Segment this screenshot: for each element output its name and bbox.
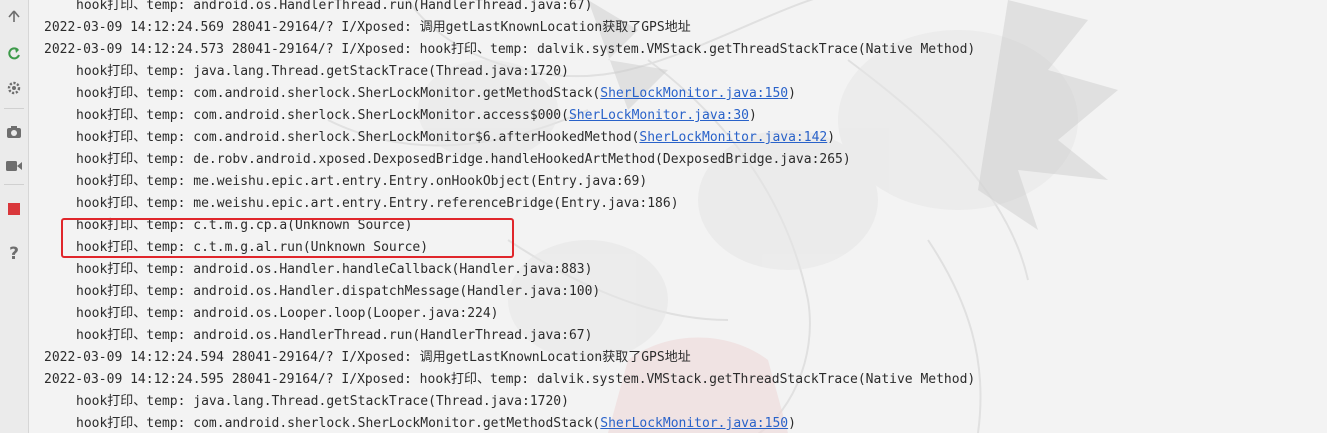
log-line: hook打印、temp: me.weishu.epic.art.entry.En…	[76, 174, 648, 189]
log-line: 2022-03-09 14:12:24.595 28041-29164/? I/…	[44, 372, 976, 387]
log-line: hook打印、temp: java.lang.Thread.getStackTr…	[76, 394, 569, 409]
video-icon[interactable]	[2, 154, 26, 178]
highlight-annotation-box	[61, 218, 514, 258]
log-line: 2022-03-09 14:12:24.569 28041-29164/? I/…	[44, 20, 691, 35]
log-line: hook打印、temp: java.lang.Thread.getStackTr…	[76, 64, 569, 79]
settings-icon[interactable]	[2, 76, 26, 100]
log-line: hook打印、temp: me.weishu.epic.art.entry.En…	[76, 196, 679, 211]
source-link[interactable]: SherLockMonitor.java:142	[639, 130, 827, 145]
source-link[interactable]: SherLockMonitor.java:150	[600, 86, 788, 101]
toolbar-divider	[4, 184, 24, 185]
log-line: hook打印、temp: android.os.Looper.loop(Loop…	[76, 306, 499, 321]
source-link[interactable]: SherLockMonitor.java:30	[569, 108, 749, 123]
log-line: 2022-03-09 14:12:24.594 28041-29164/? I/…	[44, 350, 691, 365]
logcat-toolbar: ?	[0, 0, 29, 433]
logcat-window: ? hook打印、temp: android.os.HandlerThread.…	[0, 0, 1327, 433]
log-line: hook打印、temp: android.os.Handler.handleCa…	[76, 262, 593, 277]
log-output[interactable]: hook打印、temp: android.os.HandlerThread.ru…	[28, 0, 1327, 433]
camera-icon[interactable]	[2, 120, 26, 144]
log-line: hook打印、temp: com.android.sherlock.SherLo…	[76, 108, 757, 123]
log-line: hook打印、temp: android.os.HandlerThread.ru…	[76, 328, 593, 343]
log-line: hook打印、temp: com.android.sherlock.SherLo…	[76, 130, 836, 145]
source-link[interactable]: SherLockMonitor.java:150	[600, 416, 788, 431]
log-line: 2022-03-09 14:12:24.573 28041-29164/? I/…	[44, 42, 976, 57]
arrow-up-icon[interactable]	[2, 4, 26, 28]
rerun-icon[interactable]	[2, 42, 26, 66]
log-line: hook打印、temp: com.android.sherlock.SherLo…	[76, 86, 796, 101]
log-line: hook打印、temp: com.android.sherlock.SherLo…	[76, 416, 796, 431]
log-line: hook打印、temp: android.os.HandlerThread.ru…	[76, 0, 593, 13]
stop-icon[interactable]	[2, 197, 26, 221]
help-label: ?	[9, 244, 19, 264]
log-line: hook打印、temp: de.robv.android.xposed.Dexp…	[76, 152, 851, 167]
help-icon[interactable]: ?	[2, 242, 26, 266]
log-line: hook打印、temp: android.os.Handler.dispatch…	[76, 284, 601, 299]
toolbar-divider	[4, 108, 24, 109]
